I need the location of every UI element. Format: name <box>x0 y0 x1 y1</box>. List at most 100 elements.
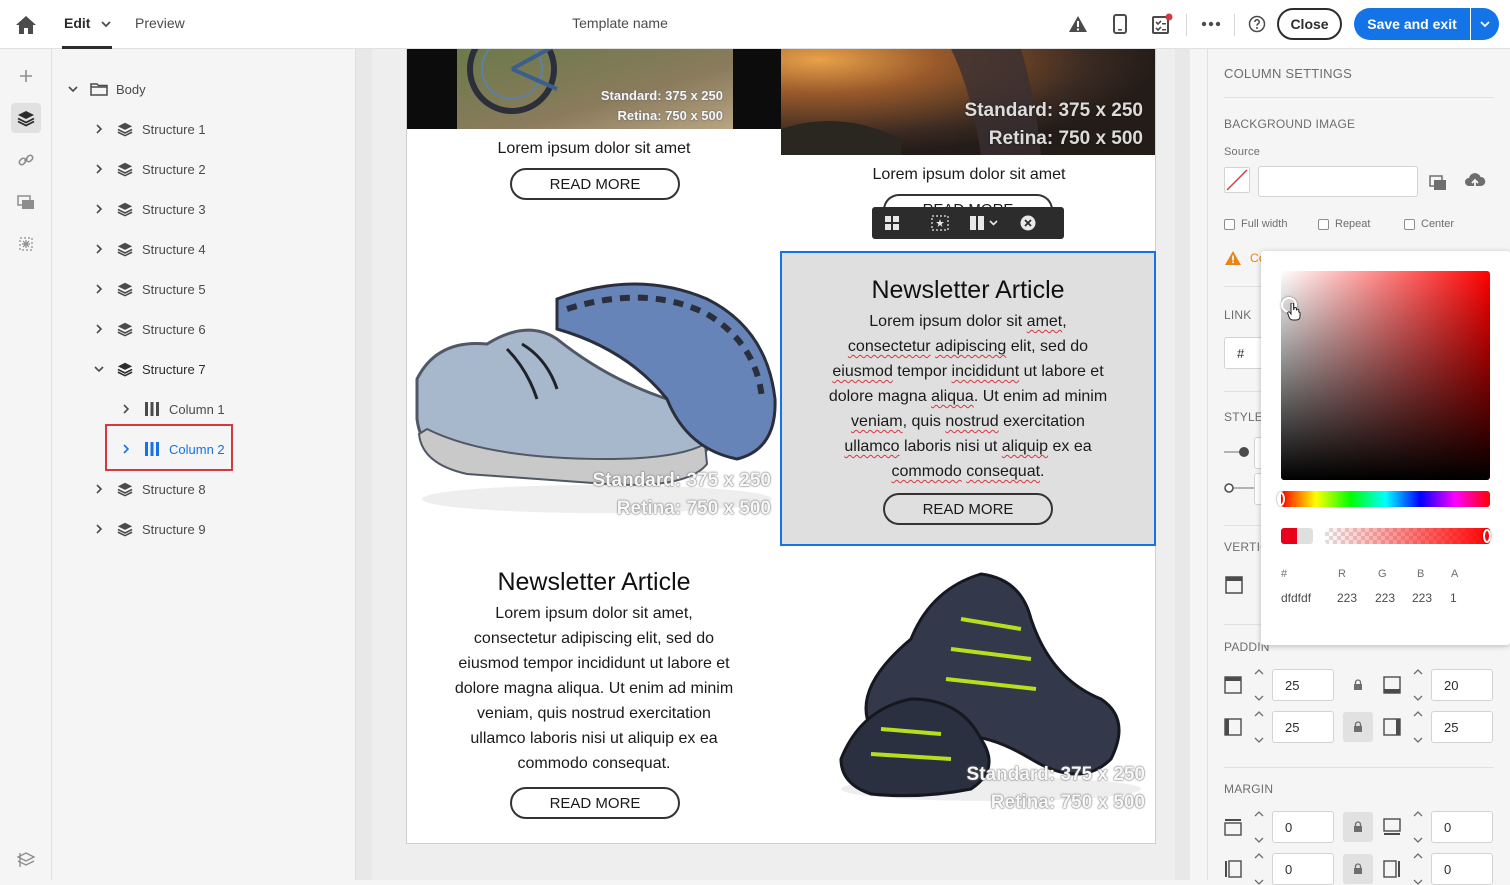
close-button[interactable]: Close <box>1277 8 1342 40</box>
margin-lock-icon[interactable] <box>1343 812 1373 842</box>
repeat-checkbox[interactable]: Repeat <box>1318 218 1370 230</box>
padding-top-stepper[interactable] <box>1249 669 1269 701</box>
left-rail <box>0 49 52 880</box>
checkbox-box[interactable] <box>1404 218 1415 230</box>
padding-top-input[interactable]: 25 <box>1272 669 1334 701</box>
article-body[interactable]: Lorem ipsum dolor sit amet, consectetur … <box>407 601 781 776</box>
chevron-right-icon[interactable] <box>119 402 133 416</box>
tree-item-column-1[interactable]: Column 1 <box>119 397 225 421</box>
tree-item-structure-8[interactable]: Structure 8 <box>92 477 206 501</box>
upload-cloud-icon[interactable] <box>1464 171 1486 191</box>
delete-column-icon[interactable] <box>1008 207 1048 239</box>
alpha-input[interactable]: 1 <box>1450 591 1457 605</box>
margin-left-input[interactable]: 0 <box>1272 853 1334 885</box>
margin-bottom-stepper[interactable] <box>1408 811 1428 843</box>
mobile-preview-icon[interactable] <box>1108 12 1132 36</box>
tree-item-structure-2[interactable]: Structure 2 <box>92 157 206 181</box>
personalization-icon[interactable] <box>11 229 41 259</box>
margin-left-stepper[interactable] <box>1249 853 1269 885</box>
padding-left-input[interactable]: 25 <box>1272 711 1334 743</box>
chevron-down-icon[interactable] <box>92 362 106 376</box>
lorem-heading[interactable]: Lorem ipsum dolor sit amet <box>407 140 781 158</box>
margin-right-input[interactable]: 0 <box>1431 853 1493 885</box>
link-icon[interactable] <box>11 145 41 175</box>
background-image-icon[interactable] <box>920 207 960 239</box>
hue-handle[interactable] <box>1277 492 1285 506</box>
tree-item-body[interactable]: Body <box>66 77 146 101</box>
save-options-chevron-down-icon[interactable] <box>1471 8 1499 40</box>
article-title[interactable]: Newsletter Article <box>407 568 781 597</box>
tree-item-structure-9[interactable]: Structure 9 <box>92 517 206 541</box>
checkbox-box[interactable] <box>1318 218 1329 230</box>
tree-item-structure-7[interactable]: Structure 7 <box>92 357 206 381</box>
add-icon[interactable] <box>11 61 41 91</box>
selected-column[interactable]: Newsletter Article Lorem ipsum dolor sit… <box>780 251 1156 546</box>
article-title[interactable]: Newsletter Article <box>782 276 1154 305</box>
chevron-down-icon[interactable] <box>66 82 80 96</box>
settings-layers-icon[interactable] <box>11 845 41 875</box>
chevron-right-icon[interactable] <box>92 522 106 536</box>
column-layout-icon[interactable] <box>960 207 1008 239</box>
chevron-right-icon[interactable] <box>92 282 106 296</box>
red-input[interactable]: 223 <box>1337 591 1357 605</box>
article-body[interactable]: Lorem ipsum dolor sit amet, consectetur … <box>782 309 1154 484</box>
edit-chevron-down-icon[interactable] <box>100 17 112 29</box>
padding-right-input[interactable]: 25 <box>1431 711 1493 743</box>
padding-left-stepper[interactable] <box>1249 711 1269 743</box>
chevron-right-icon[interactable] <box>92 162 106 176</box>
full-width-checkbox[interactable]: Full width <box>1224 218 1287 230</box>
padding-bottom-stepper[interactable] <box>1408 669 1428 701</box>
template-name[interactable]: Template name <box>520 15 720 31</box>
chevron-right-icon[interactable] <box>92 322 106 336</box>
checklist-icon[interactable] <box>1150 12 1174 36</box>
padding-lock-icon[interactable] <box>1343 670 1373 700</box>
asset-browse-icon[interactable] <box>1428 172 1448 192</box>
layers-icon <box>116 280 134 298</box>
margin-bottom-input[interactable]: 0 <box>1431 811 1493 843</box>
margin-top-stepper[interactable] <box>1249 811 1269 843</box>
margin-right-stepper[interactable] <box>1408 853 1428 885</box>
chevron-right-icon[interactable] <box>92 242 106 256</box>
chevron-right-icon[interactable] <box>92 122 106 136</box>
padding-right-stepper[interactable] <box>1408 711 1428 743</box>
hex-input[interactable]: dfdfdf <box>1281 591 1311 605</box>
padding-lock-icon[interactable] <box>1343 712 1373 742</box>
layers-icon[interactable] <box>11 103 41 133</box>
checkbox-box[interactable] <box>1224 218 1235 230</box>
margin-top-input[interactable]: 0 <box>1272 811 1334 843</box>
saturation-field[interactable] <box>1281 271 1490 480</box>
tree-item-structure-5[interactable]: Structure 5 <box>92 277 206 301</box>
source-input[interactable] <box>1258 166 1418 197</box>
preview-tab[interactable]: Preview <box>135 15 185 31</box>
chevron-right-icon[interactable] <box>92 482 106 496</box>
more-icon[interactable] <box>1199 12 1223 36</box>
tree-item-structure-4[interactable]: Structure 4 <box>92 237 206 261</box>
alpha-handle[interactable] <box>1483 529 1491 543</box>
read-more-button[interactable]: READ MORE <box>883 493 1053 525</box>
alert-icon[interactable] <box>1066 12 1090 36</box>
no-color-swatch[interactable] <box>1224 167 1250 193</box>
edit-tab[interactable]: Edit <box>64 15 90 31</box>
hex-label: # <box>1281 568 1288 580</box>
alpha-slider[interactable] <box>1325 528 1490 544</box>
padding-bottom-input[interactable]: 20 <box>1431 669 1493 701</box>
lorem-heading[interactable]: Lorem ipsum dolor sit amet <box>781 166 1155 184</box>
align-top-icon[interactable] <box>1224 575 1244 595</box>
tree-item-structure-1[interactable]: Structure 1 <box>92 117 206 141</box>
hue-slider[interactable] <box>1281 491 1490 507</box>
save-and-exit-button[interactable]: Save and exit <box>1354 8 1470 40</box>
select-structure-icon[interactable] <box>872 207 912 239</box>
read-more-button[interactable]: READ MORE <box>510 168 680 200</box>
read-more-button[interactable]: READ MORE <box>510 787 680 819</box>
green-input[interactable]: 223 <box>1375 591 1395 605</box>
tree-item-structure-3[interactable]: Structure 3 <box>92 197 206 221</box>
tree-item-structure-6[interactable]: Structure 6 <box>92 317 206 341</box>
chevron-right-icon[interactable] <box>92 202 106 216</box>
blue-input[interactable]: 223 <box>1412 591 1432 605</box>
home-icon[interactable] <box>14 14 38 36</box>
style-slider[interactable] <box>1224 481 1254 493</box>
asset-library-icon[interactable] <box>11 187 41 217</box>
style-slider[interactable] <box>1224 445 1254 457</box>
help-icon[interactable] <box>1245 12 1269 36</box>
center-checkbox[interactable]: Center <box>1404 218 1454 230</box>
